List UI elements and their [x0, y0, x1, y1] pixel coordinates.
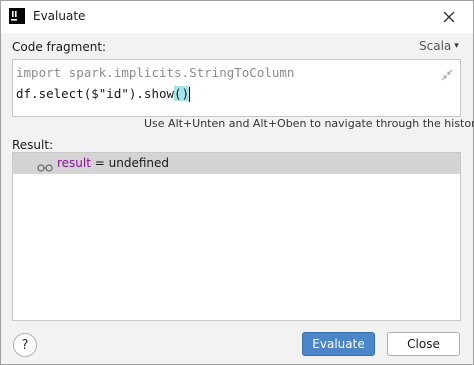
- code-editor[interactable]: import spark.implicits.StringToColumn df…: [12, 59, 461, 117]
- dialog-title: Evaluate: [33, 9, 86, 23]
- text-cursor: [189, 87, 191, 102]
- language-label: Scala: [419, 39, 452, 53]
- help-button[interactable]: ?: [13, 333, 37, 357]
- result-row[interactable]: result = undefined: [13, 153, 460, 174]
- result-tree[interactable]: result = undefined: [12, 152, 461, 321]
- intellij-icon: [9, 8, 25, 24]
- code-fragment-label: Code fragment:: [12, 40, 107, 54]
- title-bar: Evaluate: [1, 1, 473, 33]
- glasses-icon: [37, 158, 53, 177]
- close-icon[interactable]: [437, 5, 461, 29]
- code-line: import spark.implicits.StringToColumn: [16, 65, 295, 80]
- evaluate-button[interactable]: Evaluate: [302, 332, 375, 356]
- language-selector[interactable]: Scala ▾: [419, 39, 459, 53]
- code-line: df.select($"id").show(): [16, 86, 191, 102]
- history-hint: Use Alt+Unten and Alt+Oben to navigate t…: [144, 117, 474, 130]
- collapse-icon[interactable]: [441, 66, 453, 81]
- result-label: Result:: [12, 138, 54, 152]
- result-name: result: [57, 156, 91, 170]
- matched-parentheses: (): [174, 86, 190, 101]
- evaluate-dialog: Evaluate Code fragment: Scala ▾ import s…: [0, 0, 474, 365]
- chevron-down-icon: ▾: [454, 41, 459, 51]
- code-text: df.select($"id").show: [16, 86, 175, 101]
- result-value: result = undefined: [57, 156, 169, 170]
- close-button[interactable]: Close: [387, 332, 460, 356]
- result-rest: = undefined: [90, 156, 170, 170]
